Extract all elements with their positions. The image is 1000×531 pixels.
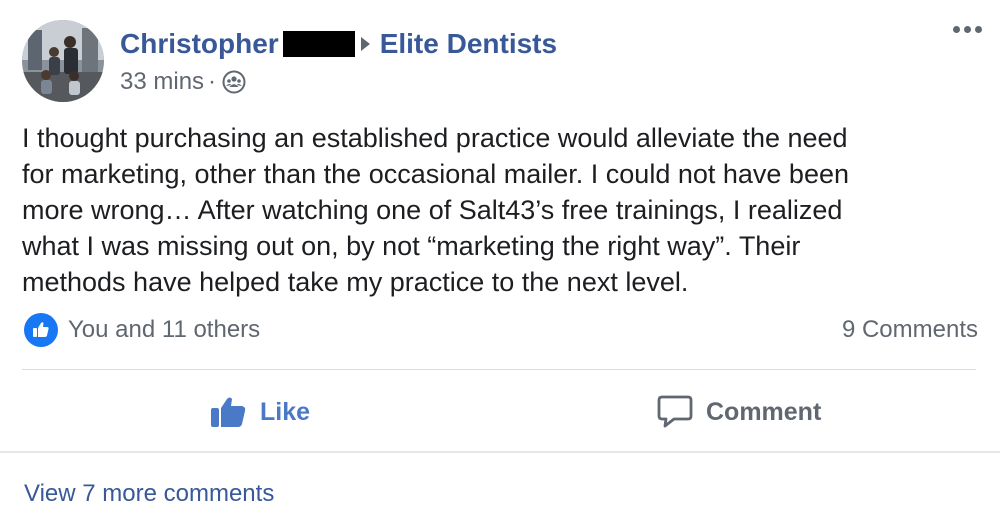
like-reaction-icon xyxy=(24,313,58,347)
reactions-summary[interactable]: You and 11 others xyxy=(24,312,260,348)
like-button[interactable]: Like xyxy=(210,388,310,436)
divider xyxy=(0,451,1000,453)
author-avatar[interactable] xyxy=(22,20,104,102)
thumbs-up-icon xyxy=(210,396,248,428)
comment-bubble-icon xyxy=(656,394,694,430)
comment-button[interactable]: Comment xyxy=(656,388,821,436)
redacted-surname xyxy=(282,31,355,57)
comments-count[interactable]: 9 Comments xyxy=(842,312,978,348)
meta-separator: · xyxy=(208,68,217,95)
view-more-comments-link[interactable]: View 7 more comments xyxy=(24,478,274,510)
post-body: I thought purchasing an established prac… xyxy=(22,123,849,297)
caret-right-icon xyxy=(360,37,370,51)
divider xyxy=(22,369,976,370)
post-timestamp[interactable]: 33 mins xyxy=(120,68,204,96)
post-header: Christopher Elite Dentists xyxy=(120,26,557,62)
author-name[interactable]: Christopher xyxy=(120,28,279,60)
more-options-icon[interactable] xyxy=(953,26,982,33)
group-name[interactable]: Elite Dentists xyxy=(380,28,557,60)
like-label: Like xyxy=(260,397,311,426)
more-dot xyxy=(975,26,982,33)
more-dot xyxy=(964,26,971,33)
post-meta: 33 mins · xyxy=(120,67,246,97)
comment-label: Comment xyxy=(706,397,822,426)
reactions-text[interactable]: You and 11 others xyxy=(68,316,260,344)
group-privacy-icon xyxy=(222,70,246,94)
more-dot xyxy=(953,26,960,33)
